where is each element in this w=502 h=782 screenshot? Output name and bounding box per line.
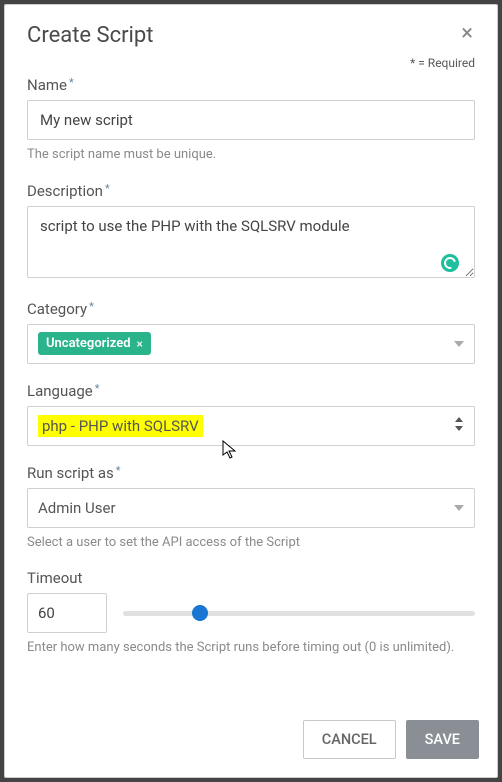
language-select[interactable]: php - PHP with SQLSRV (27, 406, 475, 446)
slider-thumb[interactable] (192, 605, 208, 621)
chevron-down-icon (454, 341, 464, 347)
language-value: php - PHP with SQLSRV (38, 415, 203, 437)
field-name: Name* The script name must be unique. (27, 76, 475, 164)
asterisk-icon: * (87, 300, 94, 313)
category-tag-label: Uncategorized (46, 336, 131, 351)
language-label-text: Language (27, 382, 93, 400)
run-as-select[interactable]: Admin User (27, 488, 475, 528)
asterisk-icon: * (67, 76, 74, 89)
name-label-text: Name (27, 76, 67, 94)
description-label-text: Description (27, 182, 103, 200)
asterisk-icon: * (114, 464, 121, 477)
run-as-value: Admin User (38, 499, 116, 517)
field-timeout: Timeout Enter how many seconds the Scrip… (27, 569, 475, 657)
category-select[interactable]: Uncategorized × (27, 324, 475, 364)
name-input[interactable] (27, 100, 475, 140)
modal-footer: CANCEL SAVE (5, 706, 497, 777)
required-legend: * = Required (5, 56, 497, 76)
modal-body: Name* The script name must be unique. De… (5, 76, 497, 706)
field-run-as: Run script as* Admin User Select a user … (27, 464, 475, 552)
description-wrap (27, 206, 475, 282)
timeout-help: Enter how many seconds the Script runs b… (27, 639, 475, 657)
create-script-modal: Create Script × * = Required Name* The s… (4, 4, 498, 778)
asterisk-icon: * (93, 382, 100, 395)
modal-header: Create Script × (5, 5, 497, 56)
description-label: Description* (27, 182, 475, 200)
name-help: The script name must be unique. (27, 146, 475, 164)
tag-remove-icon[interactable]: × (137, 337, 143, 351)
chevron-down-icon (454, 505, 464, 511)
timeout-row (27, 593, 475, 633)
timeout-label: Timeout (27, 569, 475, 587)
name-label: Name* (27, 76, 475, 94)
category-label-text: Category (27, 300, 87, 318)
sort-icon (454, 417, 464, 434)
grammarly-icon[interactable] (441, 254, 459, 272)
timeout-slider[interactable] (123, 603, 475, 623)
description-input[interactable] (27, 206, 475, 278)
run-as-help: Select a user to set the API access of t… (27, 534, 475, 552)
run-as-label-text: Run script as (27, 464, 114, 482)
field-description: Description* (27, 182, 475, 282)
slider-track (123, 611, 475, 616)
field-language: Language* php - PHP with SQLSRV (27, 382, 475, 446)
asterisk-icon: * (103, 182, 110, 195)
field-category: Category* Uncategorized × (27, 300, 475, 364)
cancel-button[interactable]: CANCEL (303, 720, 396, 759)
run-as-label: Run script as* (27, 464, 475, 482)
save-button[interactable]: SAVE (406, 720, 479, 759)
timeout-input[interactable] (27, 593, 107, 633)
category-tag[interactable]: Uncategorized × (38, 332, 151, 355)
language-label: Language* (27, 382, 475, 400)
close-icon[interactable]: × (459, 23, 475, 45)
modal-title: Create Script (27, 23, 153, 48)
category-label: Category* (27, 300, 475, 318)
